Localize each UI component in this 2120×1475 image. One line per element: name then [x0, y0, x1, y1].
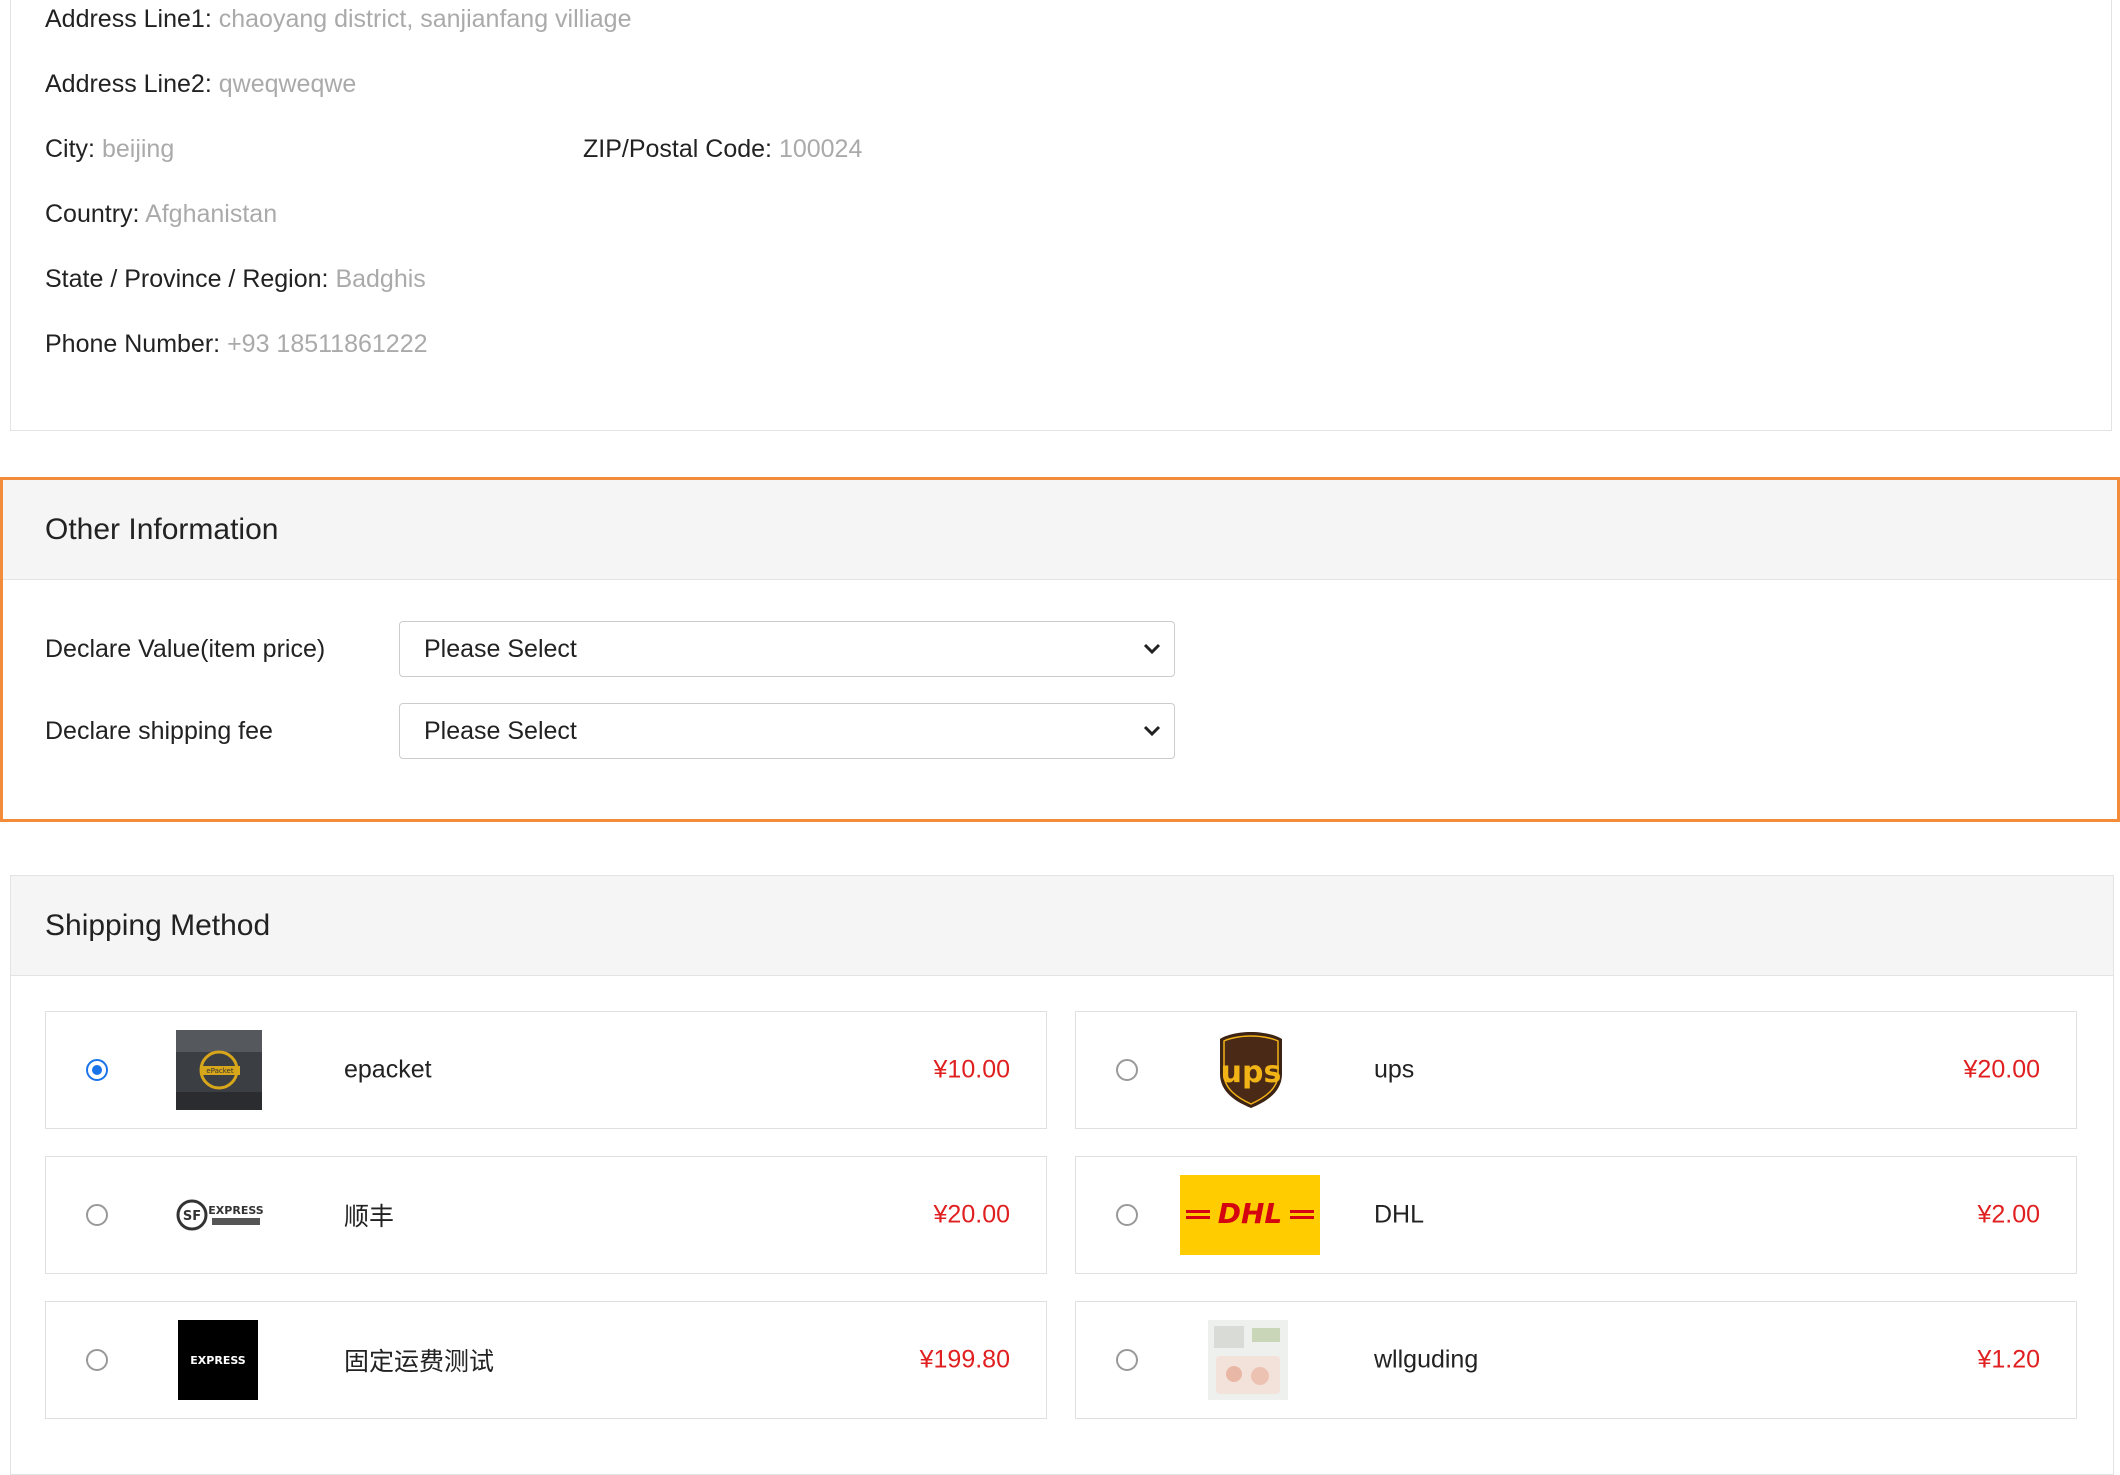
- address-line2-label: Address Line2:: [45, 70, 212, 98]
- address-line2-value: qweqweqwe: [218, 70, 357, 98]
- country-label: Country:: [45, 200, 140, 228]
- shipping-option-name: epacket: [344, 1055, 432, 1084]
- shipping-radio-sf-express[interactable]: [86, 1204, 108, 1226]
- state-label: State / Province / Region:: [45, 265, 329, 293]
- zip-code: ZIP/Postal Code: 100024: [583, 135, 862, 164]
- shipping-option-price: ¥10.00: [933, 1055, 1010, 1084]
- svg-text:DHL: DHL: [1218, 1197, 1283, 1230]
- shipping-method-title: Shipping Method: [11, 876, 2113, 976]
- shipping-method-card: Shipping Method ePacket epacket ¥10.00 u…: [10, 875, 2114, 1475]
- chevron-down-icon: [1143, 725, 1161, 737]
- shipping-option-name: 固定运费测试: [344, 1348, 495, 1376]
- city-label: City:: [45, 135, 95, 163]
- state-value: Badghis: [335, 265, 426, 293]
- dhl-logo-icon: DHL: [1180, 1175, 1320, 1255]
- declare-value-label: Declare Value(item price): [45, 634, 326, 663]
- shipping-radio-dhl[interactable]: [1116, 1204, 1138, 1226]
- svg-text:ePacket: ePacket: [206, 1067, 233, 1075]
- sf-express-logo-icon: SF EXPRESS: [174, 1195, 266, 1235]
- phone-number: Phone Number: +93 18511861222: [45, 330, 428, 359]
- shipping-option-dhl[interactable]: DHL DHL ¥2.00: [1075, 1156, 2077, 1274]
- address-line1-value: chaoyang district, sanjianfang villiage: [218, 5, 632, 33]
- shipping-option-name: wllguding: [1374, 1345, 1479, 1374]
- declare-value-selected: Please Select: [424, 634, 577, 663]
- declare-value-select[interactable]: Please Select: [399, 621, 1175, 677]
- address-line2: Address Line2: qweqweqwe: [45, 70, 356, 99]
- declare-fee-row: Declare shipping fee Please Select: [45, 703, 1175, 759]
- ups-logo-icon: ups: [1216, 1030, 1286, 1110]
- shipping-radio-fixed-fee-test[interactable]: [86, 1349, 108, 1371]
- shipping-radio-ups[interactable]: [1116, 1059, 1138, 1081]
- shipping-option-wllguding[interactable]: wllguding ¥1.20: [1075, 1301, 2077, 1419]
- other-information-title: Other Information: [3, 480, 2117, 580]
- svg-text:EXPRESS: EXPRESS: [208, 1204, 263, 1217]
- shipping-option-name: DHL: [1374, 1200, 1425, 1229]
- svg-text:SF: SF: [183, 1209, 201, 1224]
- chevron-down-icon: [1143, 643, 1161, 655]
- shipping-option-price: ¥1.20: [1977, 1345, 2040, 1374]
- product-photo-icon: [1208, 1320, 1288, 1400]
- shipping-option-sf-express[interactable]: SF EXPRESS 顺丰 ¥20.00: [45, 1156, 1047, 1274]
- address-card: Address Line1: chaoyang district, sanjia…: [10, 0, 2112, 431]
- declare-fee-select[interactable]: Please Select: [399, 703, 1175, 759]
- declare-fee-selected: Please Select: [424, 716, 577, 745]
- city-value: beijing: [101, 135, 175, 163]
- svg-text:ups: ups: [1221, 1055, 1282, 1090]
- address-line1-label: Address Line1:: [45, 5, 212, 33]
- address-line1: Address Line1: chaoyang district, sanjia…: [45, 5, 631, 34]
- express-logo-icon: EXPRESS: [178, 1320, 258, 1400]
- shipping-option-epacket[interactable]: ePacket epacket ¥10.00: [45, 1011, 1047, 1129]
- shipping-option-fixed-fee-test[interactable]: EXPRESS 固定运费测试 ¥199.80: [45, 1301, 1047, 1419]
- epacket-logo-icon: ePacket: [176, 1030, 262, 1110]
- shipping-radio-epacket[interactable]: [86, 1059, 108, 1081]
- state-region: State / Province / Region: Badghis: [45, 265, 426, 294]
- country: Country: Afghanistan: [45, 200, 277, 229]
- declare-value-row: Declare Value(item price) Please Select: [45, 621, 1175, 677]
- shipping-option-price: ¥20.00: [933, 1200, 1010, 1229]
- city: City: beijing: [45, 135, 174, 164]
- country-value: Afghanistan: [145, 200, 278, 228]
- shipping-option-price: ¥2.00: [1977, 1200, 2040, 1229]
- shipping-option-name: ups: [1374, 1055, 1415, 1084]
- phone-label: Phone Number:: [45, 330, 221, 358]
- declare-fee-label: Declare shipping fee: [45, 716, 273, 745]
- shipping-option-ups[interactable]: ups ups ¥20.00: [1075, 1011, 2077, 1129]
- svg-text:EXPRESS: EXPRESS: [190, 1354, 245, 1367]
- shipping-option-price: ¥20.00: [1963, 1055, 2040, 1084]
- phone-value: +93 18511861222: [227, 330, 428, 358]
- other-information-card: Other Information Declare Value(item pri…: [0, 477, 2120, 822]
- zip-label: ZIP/Postal Code:: [583, 135, 772, 163]
- zip-value: 100024: [778, 135, 863, 163]
- shipping-option-name: 顺丰: [344, 1203, 395, 1231]
- shipping-option-price: ¥199.80: [919, 1345, 1010, 1374]
- shipping-radio-wllguding[interactable]: [1116, 1349, 1138, 1371]
